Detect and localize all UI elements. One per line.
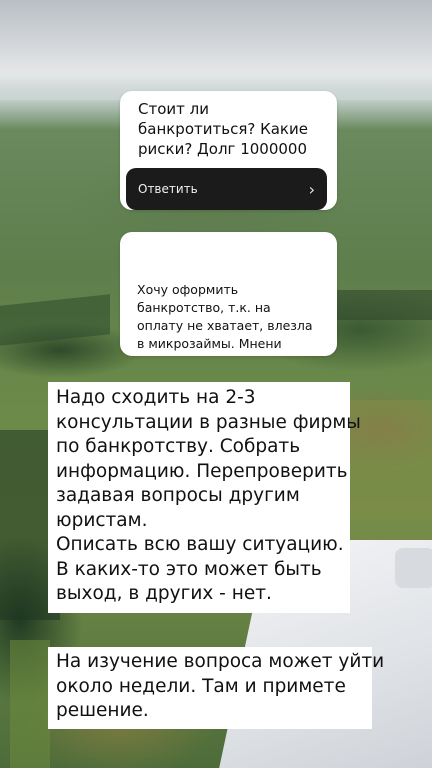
question-line: риски? Долг 1000000 [138, 140, 307, 158]
caption-line: задавая вопросы другим [56, 485, 300, 506]
caption-line: Описать всю вашу ситуацию. [56, 534, 344, 555]
caption-line: юристам. [56, 509, 148, 531]
question-text: Хочу оформить банкротство, т.к. на оплат… [137, 281, 333, 353]
caption-line: консультации в разные фирмы [56, 411, 361, 433]
story-caption: На изучение вопроса может уйти около нед… [48, 647, 385, 729]
question-card: Стоит ли банкротиться? Какие риски? Долг… [120, 91, 337, 210]
question-line: банкротиться? Какие [138, 120, 308, 138]
answer-button[interactable]: Ответить › [126, 168, 327, 210]
story-caption: Надо сходить на 2-3 консультации в разны… [48, 382, 361, 613]
field-patch [350, 400, 432, 520]
caption-line: по банкротству. Собрать [56, 436, 301, 457]
caption-line: около недели. Там и примете [56, 675, 346, 697]
caption-line: решение. [56, 700, 149, 721]
forest-patch [330, 290, 432, 320]
caption-line: Надо сходить на 2-3 [56, 387, 256, 408]
question-text: Стоит ли банкротиться? Какие риски? Долг… [120, 91, 337, 168]
caption-line: выход, в других - нет. [56, 583, 272, 604]
caption-line: В каких-то это может быть [56, 558, 322, 580]
question-line: в микрозаймы. Мнени [137, 336, 282, 351]
caption-line: На изучение вопроса может уйти [56, 651, 385, 672]
question-line: Хочу оформить [137, 282, 239, 297]
question-line: банкротство, т.к. на [137, 300, 271, 315]
airplane-wing-tip [395, 548, 432, 588]
caption-line: информацию. Перепроверить [56, 460, 348, 482]
answer-button-label: Ответить [138, 182, 198, 196]
question-line: оплату не хватает, влезла [137, 318, 313, 333]
question-line: Стоит ли [138, 100, 209, 118]
chevron-right-icon: › [308, 179, 315, 199]
field-patch [10, 640, 50, 768]
question-card: Хочу оформить банкротство, т.к. на оплат… [120, 232, 337, 356]
